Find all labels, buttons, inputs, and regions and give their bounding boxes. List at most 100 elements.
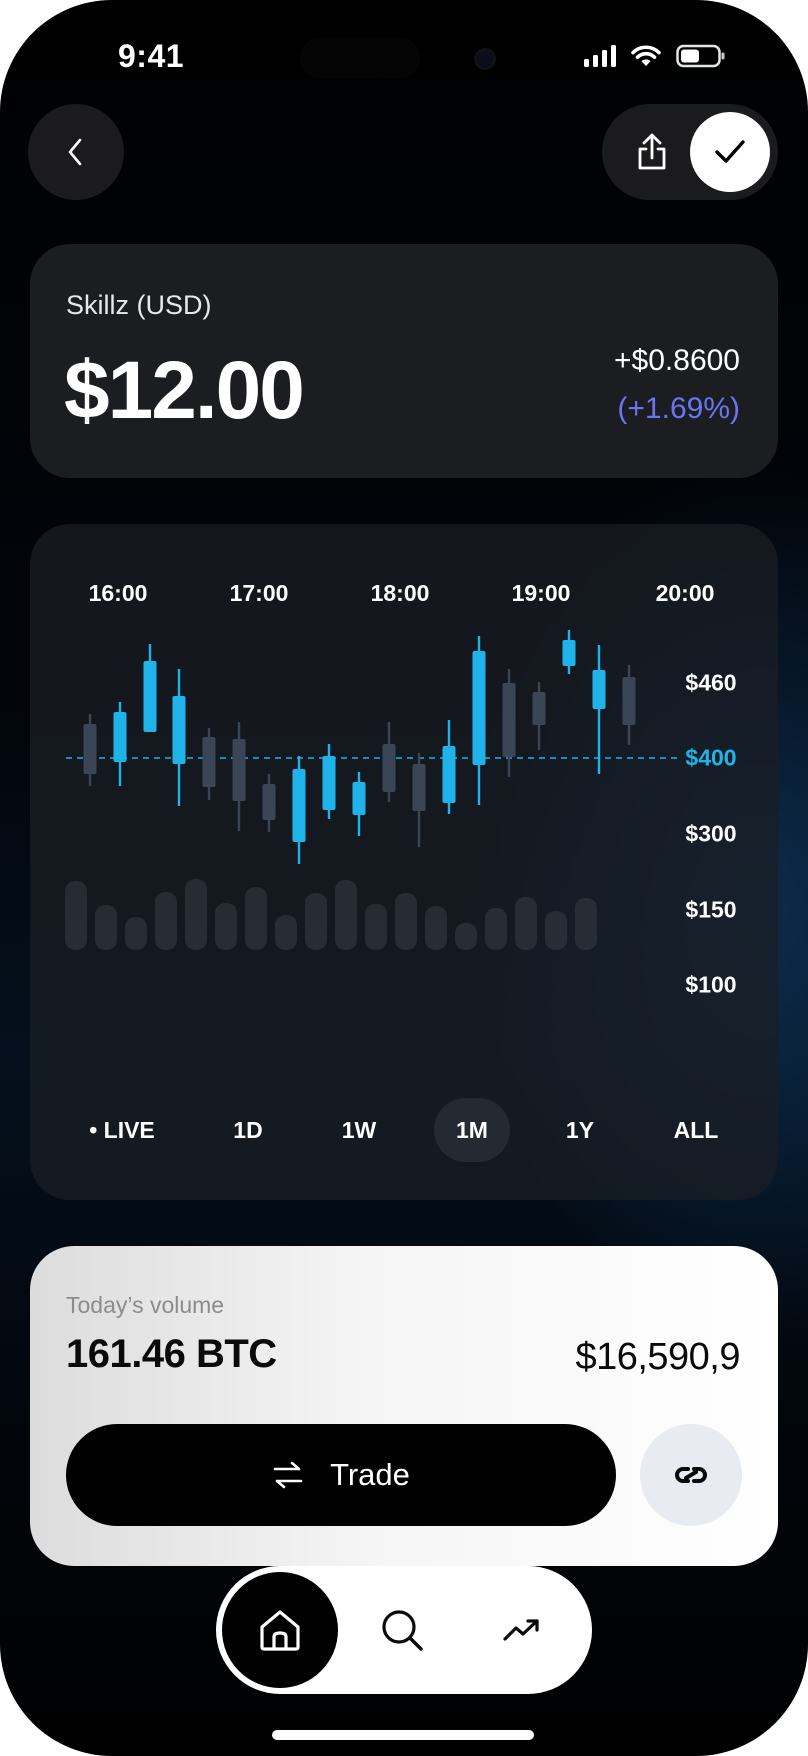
battery-icon [676,44,725,68]
volume-bar [335,880,357,950]
check-icon [715,140,745,163]
volume-bar [515,897,537,950]
range-live[interactable]: • LIVE [89,1098,155,1162]
confirm-button[interactable] [690,112,770,192]
candle-body [352,782,366,815]
trade-button-label: Trade [330,1457,410,1492]
candlestick [172,669,186,806]
volume-bar [395,893,417,950]
candlestick [472,636,486,805]
time-label: 19:00 [511,580,571,606]
wifi-icon [631,45,661,66]
candle-body [143,661,157,732]
candle-body [172,696,186,764]
volume-bar [425,906,447,950]
status-time: 9:41 [118,38,185,74]
share-button[interactable] [624,124,680,180]
candle-body [83,724,97,774]
volume-btc: 161.46 BTC [66,1332,277,1376]
link-button[interactable] [640,1424,742,1526]
candlestick [412,753,426,847]
candlestick [202,728,216,800]
asset-pair: Skillz (USD) [66,290,212,320]
price-axis-label-reference: $400 [685,744,737,771]
candlestick [442,720,456,814]
link-icon [675,1467,707,1483]
range-selector: • LIVE 1D 1W 1M 1Y ALL [30,1098,778,1162]
time-label: 18:00 [370,580,430,606]
candle-body [472,651,486,765]
price-change-absolute: +$0.8600 [614,344,740,377]
current-price: $12.00 [64,345,305,436]
candle-body [622,677,636,725]
candlestick [532,682,546,750]
chart-card: 16:00 17:00 18:00 19:00 20:00 $460 $400 … [30,524,778,1200]
tab-home[interactable] [222,1572,338,1688]
volume-bar [305,893,327,950]
tab-trending[interactable] [488,1596,556,1664]
swap-arrows-icon [273,1461,303,1489]
candlestick [113,702,127,786]
candlestick [262,774,276,832]
volume-bar [65,881,87,950]
volume-bar [215,903,237,950]
time-label: 16:00 [88,580,148,606]
candle-body [382,744,396,792]
range-all[interactable]: ALL [674,1098,719,1162]
candle-body [592,670,606,709]
candle-body [232,739,246,801]
candle-body [322,756,336,810]
volume-bar [575,898,597,950]
volume-bar [245,887,267,950]
tab-search[interactable] [368,1596,436,1664]
range-1d[interactable]: 1D [233,1098,262,1162]
volume-bar [185,879,207,950]
candlestick [292,756,306,864]
candlestick [322,744,336,819]
time-label: 20:00 [655,580,715,606]
range-1m[interactable]: 1M [434,1098,510,1162]
back-button[interactable] [28,104,124,200]
trade-button[interactable]: Trade [66,1424,616,1526]
candlestick [592,645,606,774]
candle-body [532,692,546,725]
price-axis-label: $100 [685,971,737,998]
volume-bar [125,917,147,950]
candlestick [232,722,246,831]
candle-body [562,640,576,666]
candle-body [502,683,516,757]
candle-body [292,769,306,842]
volume-bar [275,915,297,950]
volume-bar [485,908,507,950]
range-1w[interactable]: 1W [342,1098,377,1162]
candle-body [442,746,456,803]
candle-body [202,737,216,787]
candle-body [412,764,426,811]
volume-label: Today’s volume [66,1292,225,1318]
phone-screen: 9:41 Skillz (USD) $12.00 +$0.8600 (+1.69… [0,0,808,1756]
camera-icon [474,48,496,70]
volume-bar [155,892,177,950]
price-axis-label: $460 [685,669,737,696]
candlestick [83,714,97,786]
price-axis-label: $300 [685,820,737,847]
chevron-left-icon [68,138,82,166]
candlestick [352,772,366,836]
home-indicator [272,1730,534,1740]
home-icon [260,1610,300,1651]
share-icon [638,133,666,170]
price-axis-label: $150 [685,896,737,923]
price-card: Skillz (USD) $12.00 +$0.8600 (+1.69%) [30,244,778,478]
cellular-signal-icon [584,45,616,67]
volume-bar [365,904,387,950]
candlestick [382,722,396,802]
candlestick [562,630,576,674]
candlestick [143,644,157,732]
range-1y[interactable]: 1Y [566,1098,594,1162]
header-actions [602,104,778,200]
candlestick [622,665,636,745]
dynamic-island [300,38,420,78]
volume-bar [455,923,477,950]
tab-bar [216,1566,592,1694]
price-change-percent: (+1.69%) [617,392,740,425]
